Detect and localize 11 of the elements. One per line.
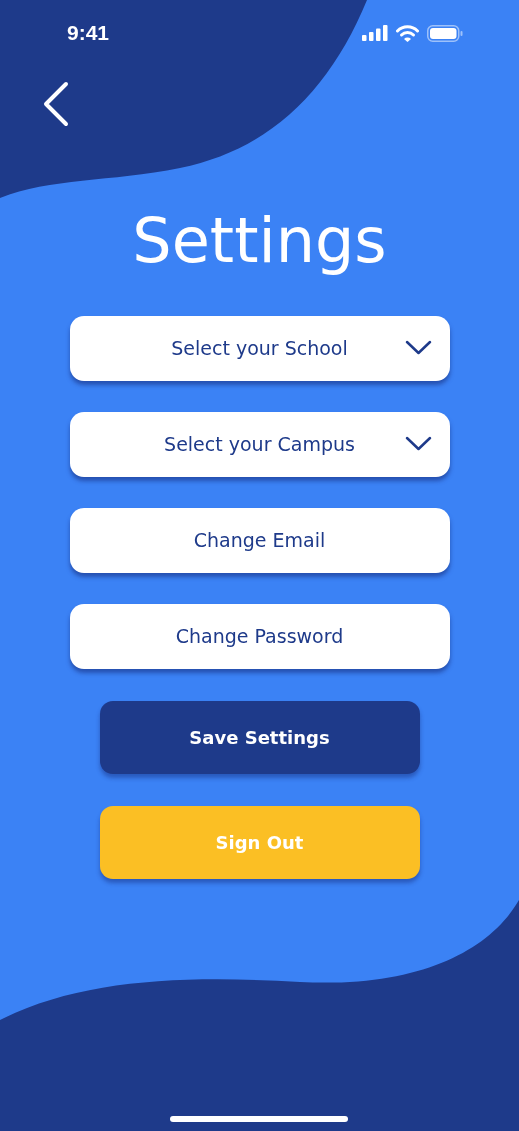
signal-icon [362, 25, 388, 41]
save-button[interactable]: Save Settings [99, 701, 420, 774]
battery-icon [427, 24, 463, 42]
option-button[interactable]: Change Email [69, 508, 450, 573]
wifi-icon [396, 24, 419, 42]
option-button[interactable]: Change Password [69, 604, 450, 669]
dropdown-select[interactable]: Select your School [69, 316, 450, 381]
dropdown-select[interactable]: Select your Campus [69, 412, 450, 477]
status-time: 9:41 [67, 20, 110, 47]
chevron-down-icon [404, 436, 432, 451]
chevron-down-icon [404, 340, 432, 355]
